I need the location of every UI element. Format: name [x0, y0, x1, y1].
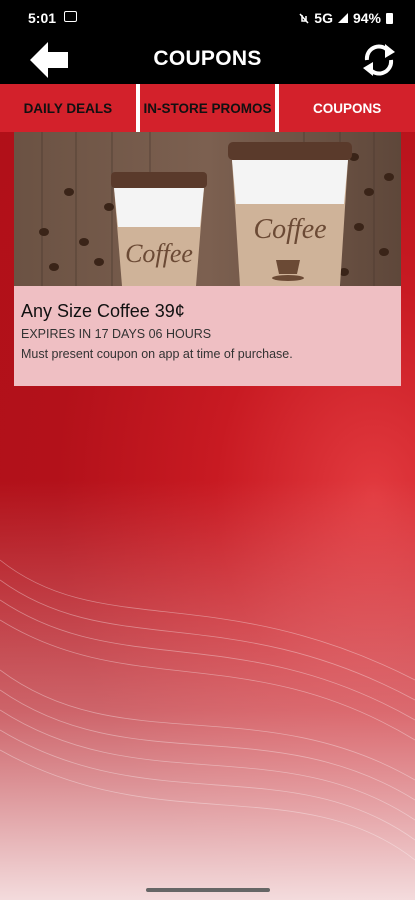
svg-text:Coffee: Coffee: [125, 239, 193, 268]
refresh-icon[interactable]: [359, 40, 399, 80]
tab-in-store-promos[interactable]: IN-STORE PROMOS: [139, 84, 276, 132]
coupon-title: Any Size Coffee 39¢: [21, 301, 185, 321]
app-header: COUPONS: [0, 36, 415, 84]
status-time: 5:01: [28, 10, 57, 26]
tab-coupons[interactable]: COUPONS: [279, 84, 415, 132]
background-wave-lines: [0, 559, 415, 861]
network-type: 5G: [314, 10, 333, 26]
tab-bar: DAILY DEALS IN-STORE PROMOS COUPONS: [0, 84, 415, 132]
signal-icon: [337, 13, 348, 23]
coupon-note: Must present coupon on app at time of pu…: [21, 347, 293, 361]
coffee-cup-right: Coffee: [228, 142, 352, 286]
svg-text:Coffee: Coffee: [253, 214, 326, 245]
status-bar: 5:01 5G 94%: [0, 0, 415, 36]
background-light-gradient: [0, 480, 415, 900]
status-indicators: 5G 94%: [299, 10, 393, 26]
vibrate-mute-icon: [299, 13, 309, 23]
home-indicator[interactable]: [146, 888, 270, 892]
page-title: COUPONS: [153, 47, 262, 70]
coupon-expiry: EXPIRES IN 17 DAYS 06 HOURS: [21, 327, 212, 341]
coupon-card[interactable]: Coffee Coffee Any Size Coffee 39¢ EXPIRE…: [14, 132, 401, 386]
tab-daily-deals[interactable]: DAILY DEALS: [0, 84, 136, 132]
coffee-cup-left: Coffee: [111, 172, 207, 286]
battery-icon: [386, 12, 393, 24]
battery-percent: 94%: [352, 10, 381, 26]
image-notification-icon: [64, 11, 77, 22]
coupon-image: Coffee Coffee: [14, 132, 401, 286]
